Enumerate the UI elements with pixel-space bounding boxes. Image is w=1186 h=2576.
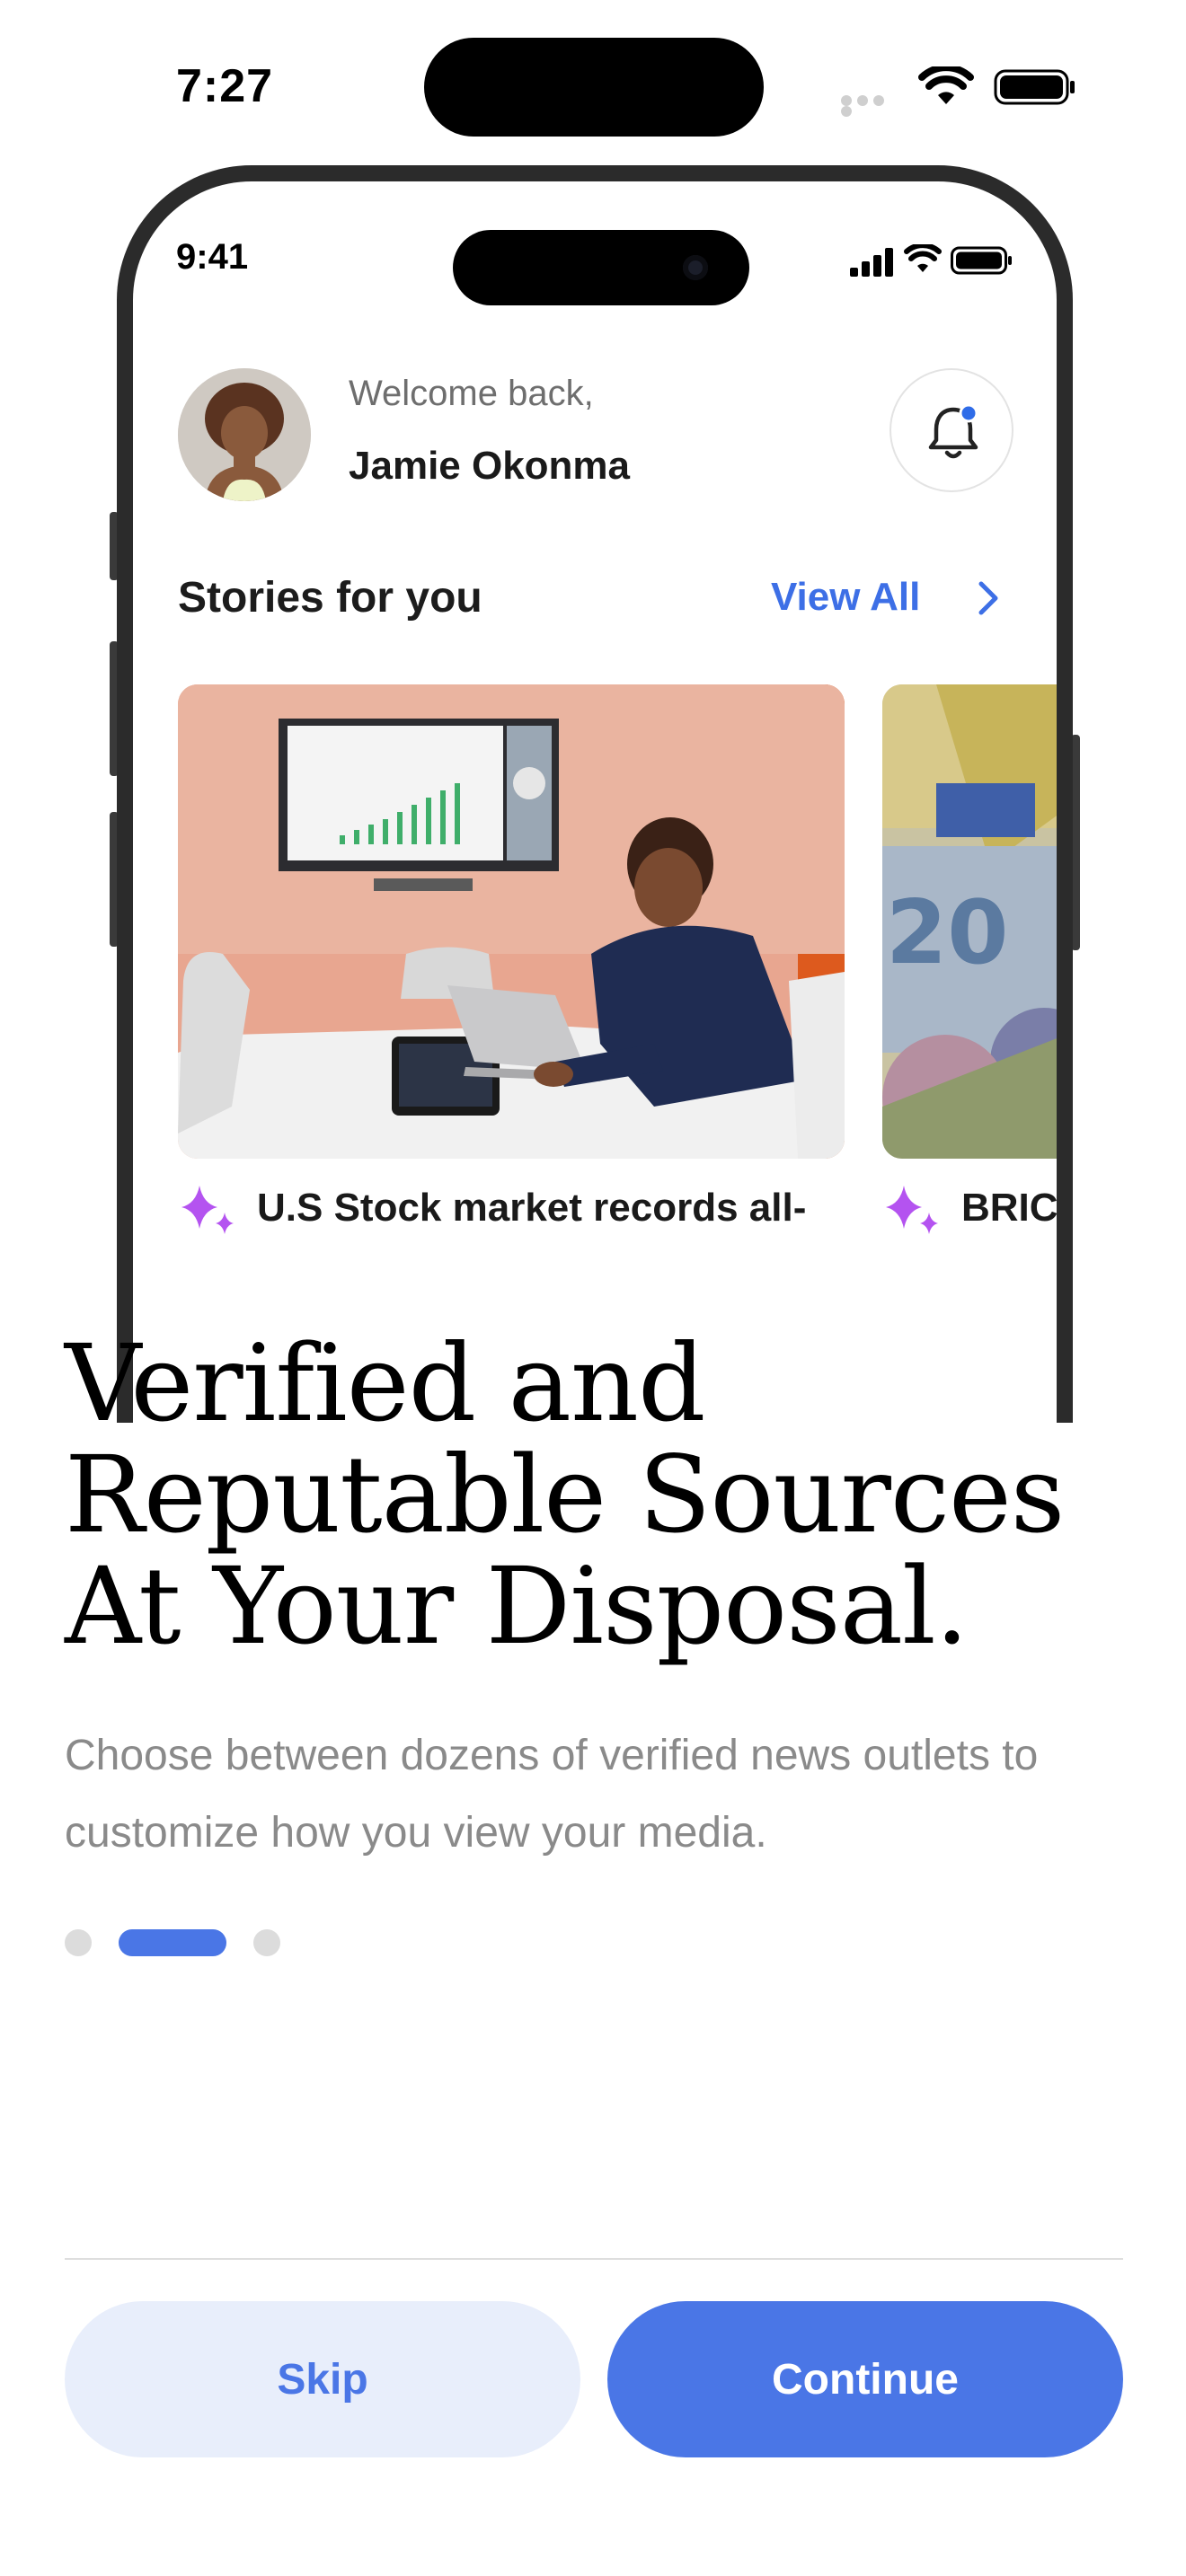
phone-mockup: 9:41 Welcome back, Jamie Okonma Stories … <box>117 165 1073 1423</box>
story-image[interactable] <box>178 684 845 1159</box>
signal-dots-icon <box>841 95 904 117</box>
divider <box>65 2258 1123 2260</box>
cellular-signal-icon <box>850 248 893 277</box>
headline-line: Verified and <box>65 1321 706 1445</box>
onboarding-headline: Verified and Reputable Sources At Your D… <box>65 1328 1125 1662</box>
battery-icon <box>951 246 1012 275</box>
description-line: Choose between dozens of verified news o… <box>65 1732 1039 1779</box>
sparkle-icon <box>886 1186 938 1234</box>
story-image[interactable]: 20 <box>882 684 1057 1159</box>
notifications-button[interactable] <box>890 368 1013 492</box>
welcome-label: Welcome back, <box>349 374 594 413</box>
svg-text:20: 20 <box>886 882 1008 984</box>
dynamic-island <box>424 38 764 137</box>
device-status-time: 7:27 <box>176 60 274 112</box>
skip-button[interactable]: Skip <box>65 2301 580 2457</box>
chevron-right-icon[interactable] <box>972 578 1005 618</box>
mockup-status-time: 9:41 <box>176 237 249 277</box>
battery-icon <box>994 69 1075 105</box>
headline-line: Reputable Sources <box>65 1433 1065 1557</box>
onboarding-description: Choose between dozens of verified news o… <box>65 1717 1125 1872</box>
description-line: customize how you view your media. <box>65 1809 767 1857</box>
mockup-dynamic-island <box>453 230 749 305</box>
page-dot[interactable] <box>65 1929 92 1956</box>
story-caption[interactable]: U.S Stock market records all- <box>257 1186 806 1231</box>
camera-icon <box>683 255 708 280</box>
continue-button[interactable]: Continue <box>607 2301 1123 2457</box>
view-all-link[interactable]: View All <box>771 575 920 620</box>
bell-icon <box>928 403 978 459</box>
wifi-icon <box>904 244 942 272</box>
avatar[interactable] <box>178 368 311 501</box>
page-dot[interactable] <box>253 1929 280 1956</box>
section-title: Stories for you <box>178 574 482 622</box>
headline-line: At Your Disposal. <box>65 1544 969 1668</box>
story-caption[interactable]: BRICS <box>961 1186 1057 1231</box>
sparkle-icon <box>181 1186 234 1234</box>
user-name: Jamie Okonma <box>349 444 631 488</box>
wifi-icon <box>918 66 974 104</box>
page-dot-active[interactable] <box>119 1929 226 1956</box>
